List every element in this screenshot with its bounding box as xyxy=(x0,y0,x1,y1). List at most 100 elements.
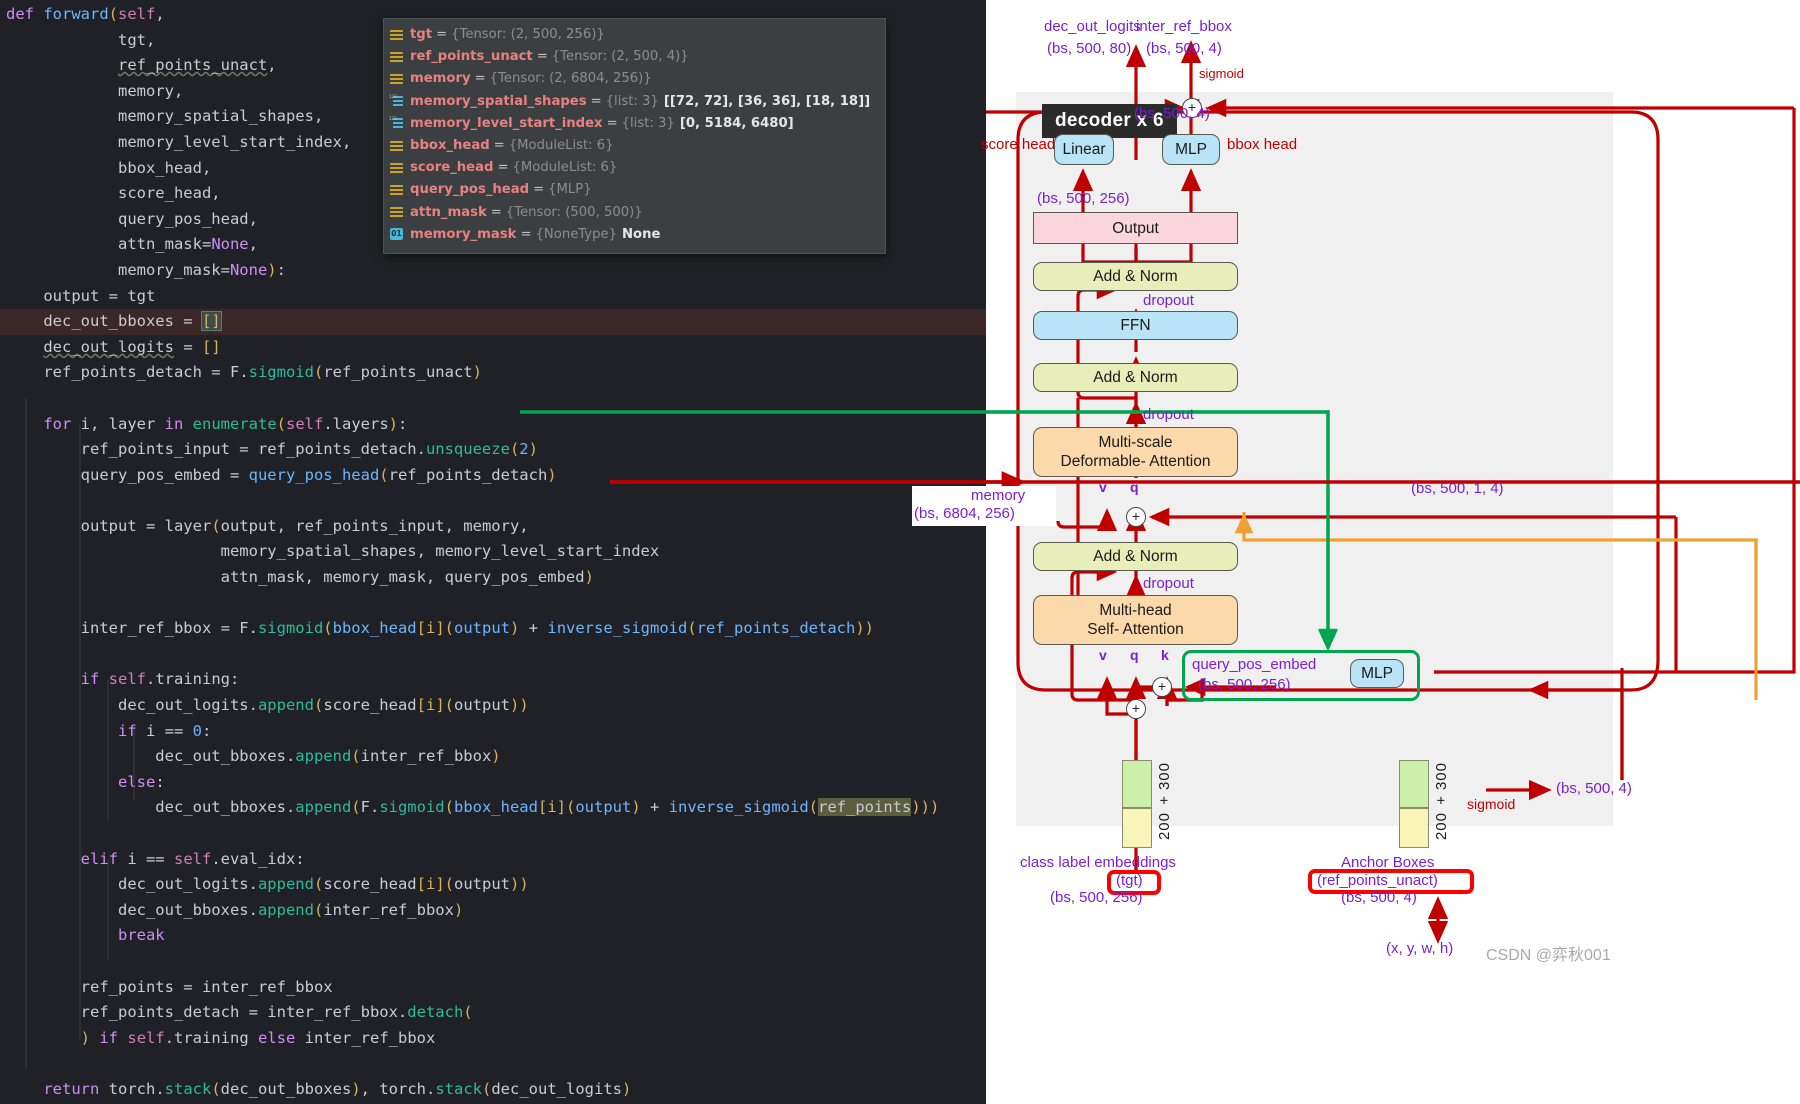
boolean-icon xyxy=(390,228,403,241)
ffn-block: FFN xyxy=(1033,311,1238,340)
anchor-split-bottom: 200 xyxy=(1433,812,1450,841)
variable-icon xyxy=(390,206,403,219)
debug-var-name: memory_mask xyxy=(410,226,517,242)
memory-shape-label: (bs, 6804, 256) xyxy=(914,505,1015,522)
add-norm-block-top: Add & Norm xyxy=(1033,262,1238,291)
variable-icon xyxy=(390,140,403,153)
debug-var-type: {list: 3} xyxy=(621,115,675,131)
score-head-label: score head xyxy=(981,136,1056,153)
code-line: output = tgt xyxy=(6,286,156,305)
variable-icon xyxy=(390,51,403,64)
code-line: output = layer(output, ref_points_input,… xyxy=(6,516,529,535)
debug-equals: = xyxy=(536,49,548,65)
class-label-embeddings-caption: class label embeddings xyxy=(1020,854,1176,871)
debug-equals: = xyxy=(520,226,532,242)
anchor-split-top: 300 xyxy=(1433,762,1450,791)
variable-icon xyxy=(390,162,403,175)
code-line: dec_out_logits = [] xyxy=(43,337,221,356)
code-line: memory_mask=None): xyxy=(6,260,286,279)
list-icon xyxy=(389,95,403,108)
code-line: dec_out_logits.append(score_head[i](outp… xyxy=(6,696,529,715)
debug-var-type: {ModuleList: 6} xyxy=(512,160,618,176)
architecture-diagram: decoder x 6 /*position set below by styl… xyxy=(520,0,1800,1104)
debug-row[interactable]: memory_spatial_shapes = {list: 3} [[72, … xyxy=(389,91,877,113)
debug-row[interactable]: score_head = {ModuleList: 6} xyxy=(390,157,877,179)
code-line: query_pos_embed = query_pos_head(ref_poi… xyxy=(6,465,557,484)
code-line: else: xyxy=(117,772,165,791)
debug-var-type: {ModuleList: 6} xyxy=(508,138,614,154)
code-line: ref_points_detach = F.sigmoid(ref_points… xyxy=(6,363,482,382)
ref-points-unact-label: (ref_points_unact) xyxy=(1317,872,1438,889)
output-shape-label: (bs, 500, 256) xyxy=(1037,190,1130,207)
add-node-middle: + xyxy=(1126,507,1146,527)
debug-row[interactable]: memory = {Tensor: (2, 6804, 256)} xyxy=(390,68,877,90)
debug-equals: = xyxy=(490,204,502,220)
debug-var-name: query_pos_head xyxy=(410,182,530,198)
debugger-variables-tooltip[interactable]: tgt = {Tensor: (2, 500, 256)} ref_points… xyxy=(383,18,886,255)
code-line: ) if self.training else inter_ref_bbox xyxy=(80,1028,436,1047)
msda-line-1: Multi-scale xyxy=(1098,434,1173,451)
score-head-linear-box: Linear xyxy=(1054,134,1114,165)
code-line: inter_ref_bbox = F.sigmoid(bbox_head[i](… xyxy=(6,619,874,638)
list-icon xyxy=(389,117,403,130)
debug-var-type: {Tensor: (2, 6804, 256)} xyxy=(489,71,652,87)
debug-equals: = xyxy=(493,138,505,154)
add-node-bottom-2: + xyxy=(1126,699,1146,719)
class-embed-split-top: 300 xyxy=(1156,762,1173,791)
debug-row[interactable]: bbox_head = {ModuleList: 6} xyxy=(390,135,877,157)
mhsa-line-2: Self- Attention xyxy=(1087,621,1184,638)
debug-row[interactable]: attn_mask = {Tensor: (500, 500)} xyxy=(390,202,877,224)
class-label-embedding-bottom-segment xyxy=(1122,808,1152,848)
coords-label: (x, y, w, h) xyxy=(1386,940,1454,957)
code-line: dec_out_logits.append(score_head[i](outp… xyxy=(6,875,529,894)
tgt-shape-label: (bs, 500, 256) xyxy=(1050,889,1143,906)
debug-var-name: bbox_head xyxy=(410,138,490,154)
query-pos-embed-shape: (bs, 500, 256) xyxy=(1198,676,1291,693)
class-embed-split-bottom: 200 xyxy=(1156,812,1173,841)
q-label-msda: q xyxy=(1130,479,1139,495)
add-norm-block-2: Add & Norm xyxy=(1033,363,1238,392)
dropout-label-1: dropout xyxy=(1143,292,1194,309)
watermark-label: CSDN @弈秋001 xyxy=(1486,947,1611,964)
q-label-mhsa: q xyxy=(1130,647,1139,663)
debug-var-type: {MLP} xyxy=(548,182,592,198)
bbox-head-mlp-box: MLP xyxy=(1162,134,1220,165)
tgt-var-label: (tgt) xyxy=(1116,872,1143,889)
anchor-box-embedding-bottom-segment xyxy=(1399,808,1429,848)
code-line: ref_points = inter_ref_bbox xyxy=(6,977,333,996)
debug-var-value: [[72, 72], [36, 36], [18, 18]] xyxy=(663,93,871,109)
debug-row[interactable]: tgt = {Tensor: (2, 500, 256)} xyxy=(390,24,877,46)
code-line: dec_out_bboxes.append(inter_ref_bbox) xyxy=(6,900,464,919)
debug-var-type: {Tensor: (2, 500, 4)} xyxy=(551,49,689,65)
sigmoid-label-top: sigmoid xyxy=(1199,66,1244,81)
debug-row[interactable]: query_pos_head = {MLP} xyxy=(390,179,877,201)
debug-equals: = xyxy=(474,71,486,87)
debug-var-name: memory xyxy=(410,71,471,87)
ref-points-input-shape: (bs, 500, 1, 4) xyxy=(1411,480,1504,497)
code-line: memory_spatial_shapes, memory_level_star… xyxy=(6,542,660,561)
debug-var-value: None xyxy=(622,226,661,242)
debug-row[interactable]: ref_points_unact = {Tensor: (2, 500, 4)} xyxy=(390,46,877,68)
mhsa-line-1: Multi-head xyxy=(1099,602,1172,619)
v-label-mhsa: v xyxy=(1099,647,1107,663)
debug-row[interactable]: memory_mask = {NoneType} None xyxy=(390,224,877,246)
debug-var-name: memory_level_start_index xyxy=(410,115,603,131)
anchor-shape-label: (bs, 500, 4) xyxy=(1341,889,1417,906)
code-line: dec_out_bboxes.append(F.sigmoid(bbox_hea… xyxy=(6,798,940,817)
query-pos-embed-label: query_pos_embed xyxy=(1192,656,1317,673)
debug-var-name: ref_points_unact xyxy=(410,49,533,65)
debug-row[interactable]: memory_level_start_index = {list: 3} [0,… xyxy=(389,113,877,135)
debug-equals: = xyxy=(497,160,509,176)
debug-equals: = xyxy=(533,182,545,198)
dropout-label-3: dropout xyxy=(1143,575,1194,592)
code-line: return torch.stack(dec_out_bboxes), torc… xyxy=(43,1079,632,1098)
class-embed-split-plus: + xyxy=(1156,795,1173,805)
code-line: ref_points_detach = inter_ref_bbox.detac… xyxy=(6,1003,473,1022)
code-line: break xyxy=(117,926,165,945)
debug-equals: = xyxy=(590,93,602,109)
anchor-split-plus: + xyxy=(1433,795,1450,805)
